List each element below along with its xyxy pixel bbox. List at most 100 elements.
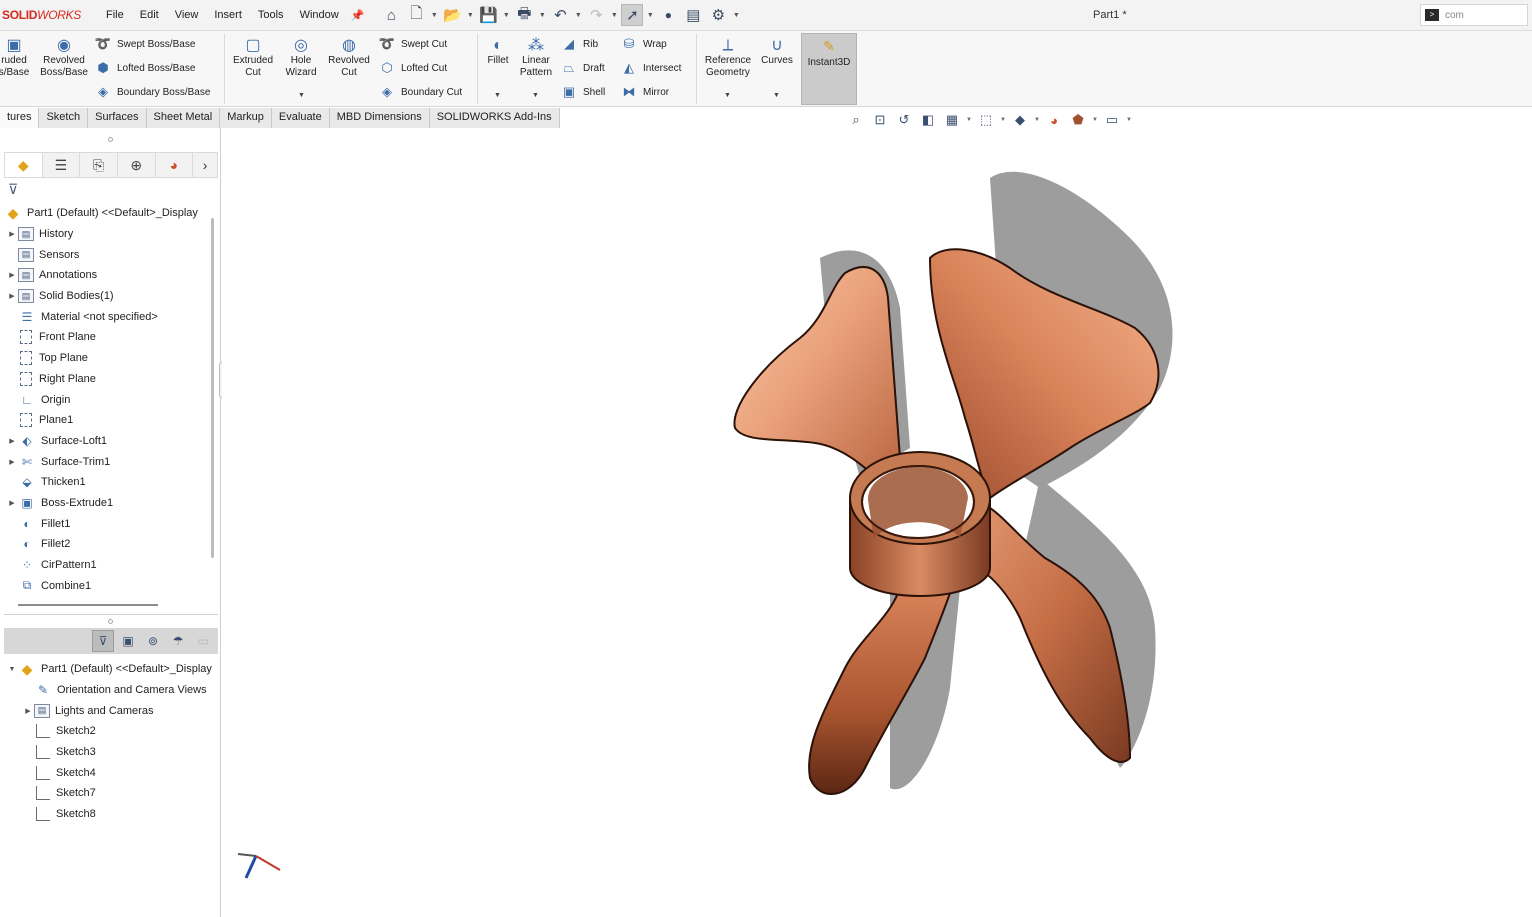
menu-edit[interactable]: Edit — [132, 9, 167, 21]
feature-tree-horizontal-scrollbar[interactable] — [18, 604, 158, 606]
feature-tree-item[interactable]: ∟ Origin — [0, 389, 214, 410]
expand-arrow-icon[interactable]: ▶ — [6, 458, 18, 466]
tree-root-part[interactable]: ◆ Part1 (Default) <<Default>_Display — [0, 203, 214, 224]
boundary-cut-button[interactable]: ◈ Boundary Cut — [378, 83, 462, 101]
curves-button[interactable]: ∪ Curves — [758, 35, 796, 67]
new-document-icon[interactable]: 🗋 — [405, 4, 427, 26]
feature-tree-item[interactable]: ☰ Material <not specified> — [0, 306, 214, 327]
print-dropdown-icon[interactable]: ▼ — [538, 12, 546, 19]
instant3d-button[interactable]: ✎ Instant3D — [801, 33, 857, 105]
feature-tree-item[interactable]: ▶ ▤ History — [0, 224, 214, 245]
chevron-right-icon[interactable]: › — [193, 153, 217, 177]
menu-file[interactable]: File — [98, 9, 132, 21]
intersect-button[interactable]: ◭ Intersect — [620, 59, 681, 77]
linear-pattern-button[interactable]: ⁂ Linear Pattern — [517, 35, 555, 79]
display-manager-item[interactable]: Sketch4 — [0, 762, 221, 783]
feature-tree-item[interactable]: ▶ ▣ Boss-Extrude1 — [0, 493, 214, 514]
wrap-button[interactable]: ⛁ Wrap — [620, 35, 667, 53]
swept-cut-button[interactable]: ➰ Swept Cut — [378, 35, 447, 53]
collapse-arrow-icon[interactable]: ▼ — [6, 666, 18, 673]
tab-sketch[interactable]: Sketch — [39, 108, 89, 128]
display-manager-item[interactable]: ✎ Orientation and Camera Views — [0, 680, 221, 701]
fillet-dropdown-icon[interactable]: ▼ — [494, 92, 501, 99]
search-commands-box[interactable]: > com — [1420, 4, 1528, 26]
linear-pattern-dropdown-icon[interactable]: ▼ — [532, 92, 539, 99]
redo-icon[interactable]: ↷ — [585, 4, 607, 26]
display-manager-tab-icon[interactable]: ◕ — [156, 153, 194, 177]
feature-tree-item[interactable]: ⧉ Combine1 — [0, 575, 214, 596]
panel-grip-icon[interactable] — [108, 137, 113, 142]
feature-tree-scrollbar[interactable] — [211, 218, 214, 558]
extruded-cut-button[interactable]: ▢ Extruded Cut — [228, 35, 278, 79]
view-settings-monitor-icon[interactable]: ▭ — [1102, 112, 1122, 128]
edit-appearance-icon[interactable]: ⬟ — [1068, 112, 1088, 128]
filter-icon[interactable]: ⊽ — [92, 630, 114, 652]
save-dropdown-icon[interactable]: ▼ — [502, 12, 510, 19]
menu-tools[interactable]: Tools — [250, 9, 292, 21]
select-dropdown-icon[interactable]: ▼ — [646, 12, 654, 19]
save-icon[interactable]: 💾 — [477, 4, 499, 26]
view-scene-icon[interactable]: ▣ — [117, 630, 139, 652]
view-lights-icon[interactable]: ▭ — [192, 630, 214, 652]
display-manager-item[interactable]: Sketch2 — [0, 721, 221, 742]
feature-tree-item[interactable]: ⬙ Thicken1 — [0, 472, 214, 493]
extruded-boss-button[interactable]: ▣ ruded s/Base — [0, 35, 32, 79]
configuration-manager-tab-icon[interactable]: ⎘ — [80, 153, 118, 177]
feature-tree-item[interactable]: ⁘ CirPattern1 — [0, 555, 214, 576]
traffic-light-icon[interactable]: ● — [657, 4, 679, 26]
expand-arrow-icon[interactable]: ▶ — [6, 271, 18, 279]
expand-arrow-icon[interactable]: ▶ — [22, 707, 34, 715]
undo-dropdown-icon[interactable]: ▼ — [574, 12, 582, 19]
feature-tree-item[interactable]: Plane1 — [0, 410, 214, 431]
propeller-3d-model[interactable] — [660, 148, 1220, 816]
open-dropdown-icon[interactable]: ▼ — [466, 12, 474, 19]
mirror-button[interactable]: ⧓ Mirror — [620, 83, 670, 101]
view-appearances-icon[interactable]: ☂ — [167, 630, 189, 652]
dropdown-icon[interactable]: ▼ — [1034, 117, 1040, 123]
tab-sheet-metal[interactable]: Sheet Metal — [146, 108, 221, 128]
redo-dropdown-icon[interactable]: ▼ — [610, 12, 618, 19]
display-style-icon[interactable]: ◆ — [1010, 112, 1030, 128]
view-decals-icon[interactable]: ⊚ — [142, 630, 164, 652]
tab-solidworks-add-ins[interactable]: SOLIDWORKS Add-Ins — [429, 108, 560, 128]
display-manager-item[interactable]: ▶ ▤ Lights and Cameras — [0, 700, 221, 721]
new-dropdown-icon[interactable]: ▼ — [430, 12, 438, 19]
feature-tree-item[interactable]: ▶ ✄ Surface-Trim1 — [0, 451, 214, 472]
revolved-cut-button[interactable]: ◍ Revolved Cut — [324, 35, 374, 79]
tab-features[interactable]: tures — [0, 108, 40, 128]
feature-manager-tab-icon[interactable]: ◆ — [5, 153, 43, 177]
zoom-to-fit-icon[interactable]: ⌕ — [846, 112, 866, 128]
solidworks-logo[interactable]: SOLIDWORKS — [2, 8, 98, 22]
display-manager-item[interactable]: Sketch8 — [0, 804, 221, 825]
previous-view-icon[interactable]: ↺ — [894, 112, 914, 128]
fillet-button[interactable]: ◐ Fillet — [480, 35, 516, 67]
file-properties-icon[interactable]: ▤ — [682, 4, 704, 26]
options-gear-icon[interactable]: ⚙ — [707, 4, 729, 26]
tab-evaluate[interactable]: Evaluate — [271, 108, 330, 128]
feature-tree-item[interactable]: ▶ ▤ Annotations — [0, 265, 214, 286]
feature-tree-item[interactable]: ▶ ⬖ Surface-Loft1 — [0, 431, 214, 452]
hole-wizard-dropdown-icon[interactable]: ▼ — [298, 92, 305, 99]
boundary-boss-button[interactable]: ◈ Boundary Boss/Base — [94, 83, 210, 101]
lofted-boss-button[interactable]: ⬢ Lofted Boss/Base — [94, 59, 195, 77]
home-icon[interactable]: ⌂ — [380, 4, 402, 26]
reference-geometry-dropdown-icon[interactable]: ▼ — [724, 92, 731, 99]
tab-surfaces[interactable]: Surfaces — [88, 108, 147, 128]
hole-wizard-button[interactable]: ◎ Hole Wizard — [280, 35, 322, 79]
feature-tree-item[interactable]: ◐ Fillet1 — [0, 513, 214, 534]
open-icon[interactable]: 📂 — [441, 4, 463, 26]
reference-geometry-button[interactable]: ⟂ Reference Geometry — [700, 35, 756, 79]
expand-arrow-icon[interactable]: ▶ — [6, 230, 18, 238]
menu-window[interactable]: Window — [292, 9, 347, 21]
expand-arrow-icon[interactable]: ▶ — [6, 499, 18, 507]
expand-arrow-icon[interactable]: ▶ — [6, 437, 18, 445]
filter-icon[interactable]: ⊽ — [8, 181, 18, 198]
display-root-part[interactable]: ▼ ◆ Part1 (Default) <<Default>_Display — [0, 659, 221, 680]
feature-tree-item[interactable]: Front Plane — [0, 327, 214, 348]
feature-tree-item[interactable]: ▶ ▤ Solid Bodies(1) — [0, 286, 214, 307]
revolved-boss-button[interactable]: ◉ Revolved Boss/Base — [38, 35, 90, 79]
dynamic-annotation-icon[interactable]: ▦ — [942, 112, 962, 128]
shell-button[interactable]: ▣ Shell — [560, 83, 605, 101]
expand-arrow-icon[interactable]: ▶ — [6, 292, 18, 300]
rib-button[interactable]: ◢ Rib — [560, 35, 598, 53]
